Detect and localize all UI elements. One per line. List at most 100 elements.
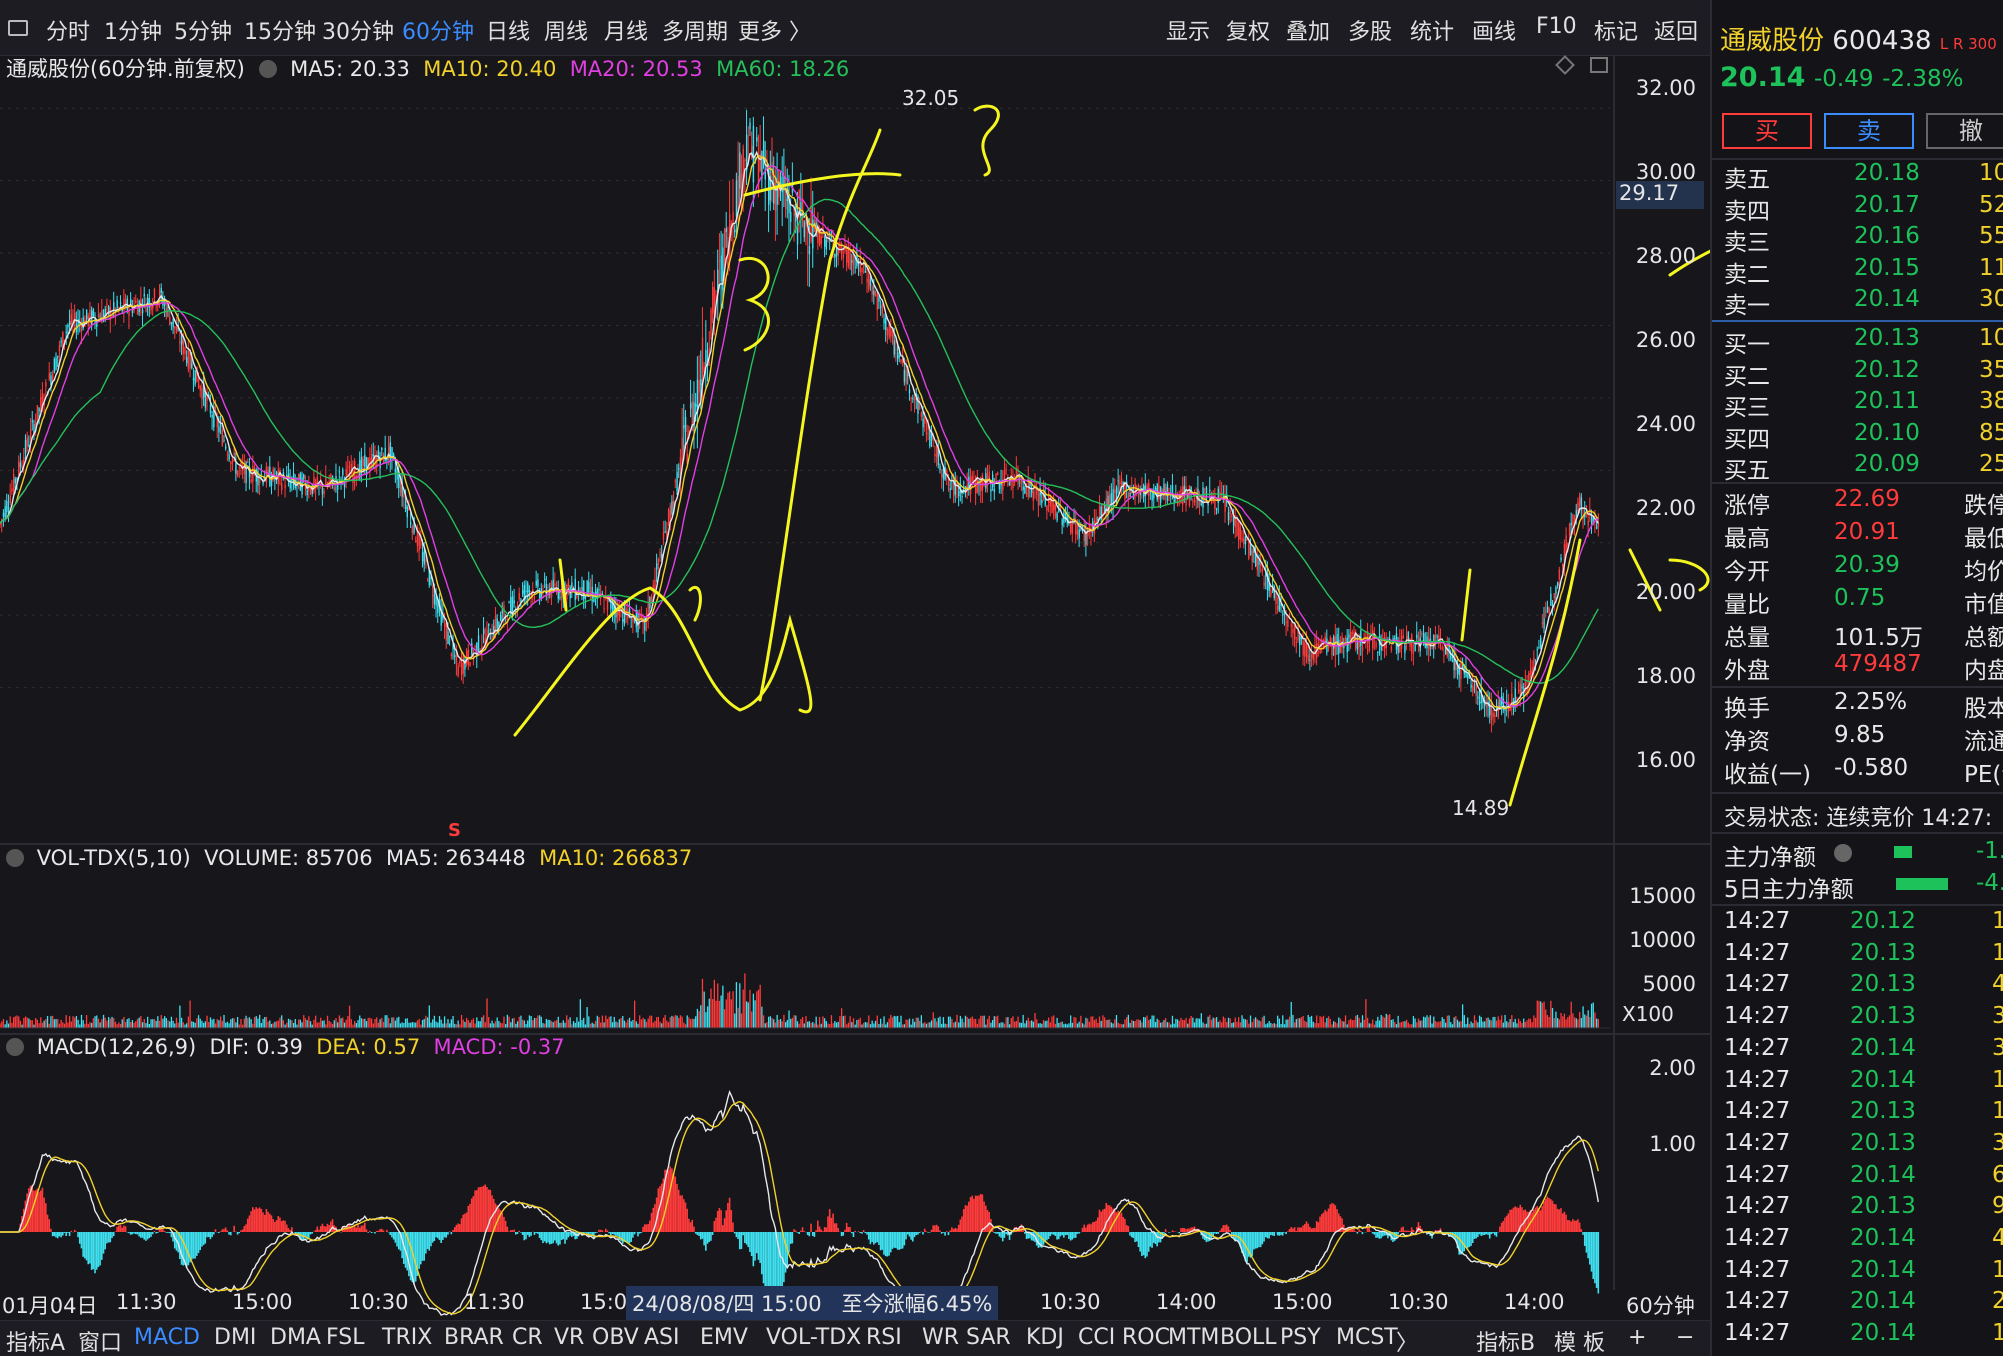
volume-bar bbox=[569, 1017, 571, 1028]
volume-bar bbox=[1397, 1015, 1399, 1028]
indicator-tab[interactable]: BRAR bbox=[444, 1325, 504, 1350]
volume-bar bbox=[428, 1005, 430, 1028]
bid-row[interactable]: 买四 20.10 85 bbox=[1724, 420, 2003, 453]
indicator-tab[interactable]: ASI bbox=[644, 1325, 680, 1350]
bid-row[interactable]: 买三 20.11 38 bbox=[1724, 388, 2003, 421]
macd-tick: 1.00 bbox=[1649, 1132, 1696, 1156]
indicator-tab[interactable]: MCST bbox=[1336, 1325, 1398, 1350]
indicator-tab[interactable]: VR bbox=[554, 1325, 584, 1350]
indicator-tab[interactable]: − bbox=[1676, 1325, 1694, 1350]
bid-price: 20.12 bbox=[1854, 356, 1920, 383]
volume-bar bbox=[455, 1024, 458, 1028]
bid-row[interactable]: 买一 20.13 10 bbox=[1724, 325, 2003, 358]
volume-bar bbox=[238, 1024, 240, 1028]
macd-bar bbox=[1543, 1201, 1545, 1232]
ask-row[interactable]: 卖一 20.14 30 bbox=[1724, 286, 2003, 319]
fundamental-row: 换手 2.25% 股本 bbox=[1724, 689, 2003, 722]
volume-bar bbox=[762, 1015, 765, 1028]
volume-bar bbox=[228, 1023, 230, 1028]
cancel-order-button[interactable]: 撤 bbox=[1926, 113, 2003, 149]
macd-bar bbox=[134, 1232, 137, 1235]
kline-chart[interactable] bbox=[0, 0, 1710, 1320]
volume-bar bbox=[908, 1018, 911, 1028]
indicator-tab[interactable]: DMI bbox=[214, 1325, 256, 1350]
indicator-tab[interactable]: MTM bbox=[1168, 1325, 1219, 1350]
tick-row: 14:2720.1421 bbox=[1724, 1288, 2003, 1318]
indicator-tab[interactable]: CR bbox=[512, 1325, 543, 1350]
indicator-tab[interactable]: 指标B bbox=[1476, 1325, 1535, 1356]
indicator-tab[interactable]: OBV bbox=[592, 1325, 639, 1350]
volume-bar bbox=[759, 984, 761, 1028]
bid-row[interactable]: 买二 20.12 35 bbox=[1724, 356, 2003, 390]
macd-bar bbox=[1478, 1232, 1481, 1235]
indicator-tab[interactable]: ROC bbox=[1122, 1325, 1170, 1350]
volume-bar bbox=[768, 1016, 770, 1028]
indicator-tab[interactable]: 窗口 bbox=[78, 1325, 122, 1356]
indicator-tab[interactable]: EMV bbox=[700, 1325, 748, 1350]
volume-bar bbox=[532, 1020, 534, 1028]
indicator-tab[interactable]: SAR bbox=[966, 1325, 1011, 1350]
macd-bar bbox=[331, 1219, 334, 1232]
ask-row[interactable]: 卖三20.16554 bbox=[1724, 223, 2003, 256]
volume-bar bbox=[201, 1020, 203, 1028]
indicator-tab[interactable]: VOL-TDX bbox=[766, 1325, 861, 1350]
bid-row[interactable]: 买五 20.09 25 bbox=[1724, 451, 2003, 484]
ask-row[interactable]: 卖四 20.17 52 bbox=[1724, 192, 2003, 225]
volume-bar bbox=[1579, 1012, 1581, 1028]
volume-bar bbox=[959, 1015, 962, 1028]
indicator-tab[interactable]: TRIX bbox=[382, 1325, 432, 1350]
macd-bar bbox=[187, 1232, 190, 1266]
buy-button[interactable]: 买 bbox=[1722, 113, 1812, 149]
candle-body bbox=[869, 279, 872, 286]
collapse-icon[interactable] bbox=[6, 849, 24, 867]
macd-bar bbox=[1378, 1232, 1381, 1239]
candle-body bbox=[873, 290, 875, 296]
volume-bar bbox=[1041, 1023, 1043, 1028]
collapse-icon[interactable] bbox=[6, 1038, 24, 1056]
volume-bar bbox=[437, 1022, 439, 1028]
indicator-tab[interactable]: CCI bbox=[1078, 1325, 1115, 1350]
info-icon[interactable] bbox=[1834, 844, 1852, 862]
indicator-tab[interactable]: MACD bbox=[134, 1325, 200, 1350]
macd-bar bbox=[1551, 1200, 1554, 1232]
macd-bar bbox=[601, 1230, 604, 1232]
ask-row[interactable]: 卖五20.18101 bbox=[1724, 160, 2003, 193]
volume-bar bbox=[1114, 1019, 1116, 1028]
volume-bar bbox=[652, 1022, 654, 1028]
macd-bar bbox=[1334, 1205, 1337, 1232]
volume-bar bbox=[1536, 1000, 1538, 1028]
macd-bar bbox=[1358, 1229, 1360, 1232]
volume-bar bbox=[1512, 1022, 1515, 1028]
indicator-tab[interactable]: + bbox=[1628, 1325, 1646, 1350]
indicator-tab[interactable]: PSY bbox=[1280, 1325, 1321, 1350]
indicator-tab[interactable]: KDJ bbox=[1026, 1325, 1064, 1350]
indicator-tab[interactable]: BOLL bbox=[1220, 1325, 1277, 1350]
macd-bar bbox=[954, 1227, 957, 1232]
macd-bar bbox=[97, 1232, 100, 1268]
macd-bar bbox=[1331, 1203, 1333, 1232]
macd-bar bbox=[968, 1201, 970, 1232]
indicator-tab[interactable]: 模 板 bbox=[1554, 1325, 1605, 1356]
macd-bar bbox=[570, 1232, 573, 1237]
macd-bar bbox=[693, 1226, 695, 1232]
macd-bar bbox=[457, 1223, 459, 1232]
candle-body bbox=[681, 437, 683, 459]
macd-bar bbox=[1570, 1221, 1572, 1232]
ask-row[interactable]: 卖二20.15110 bbox=[1724, 255, 2003, 288]
sell-button[interactable]: 卖 bbox=[1824, 113, 1914, 149]
indicator-tab[interactable]: RSI bbox=[866, 1325, 902, 1350]
indicator-tab[interactable]: 指标A bbox=[6, 1325, 65, 1356]
macd-bar bbox=[379, 1229, 381, 1232]
macd-bar bbox=[596, 1232, 599, 1233]
macd-bar bbox=[886, 1232, 889, 1257]
candle-body bbox=[204, 392, 207, 408]
indicator-tab[interactable]: FSL bbox=[326, 1325, 365, 1350]
candle-body bbox=[900, 359, 902, 363]
indicator-tab[interactable]: DMA bbox=[270, 1325, 321, 1350]
indicator-tab[interactable]: 〉 bbox=[1396, 1325, 1418, 1356]
candle-body bbox=[847, 247, 850, 267]
indicator-tab[interactable]: WR bbox=[922, 1325, 959, 1350]
macd-bar bbox=[1546, 1196, 1549, 1232]
tick-price: 20.13 bbox=[1850, 939, 1916, 966]
macd-bar bbox=[311, 1232, 313, 1234]
